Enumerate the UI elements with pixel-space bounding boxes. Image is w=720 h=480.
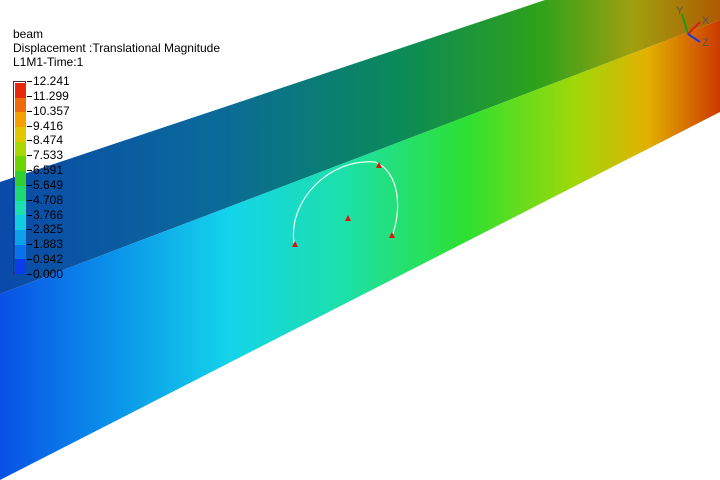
result-type: Displacement :Translational Magnitude bbox=[13, 41, 220, 55]
load-case: L1M1-Time:1 bbox=[13, 55, 84, 69]
legend-value-label: 11.299 bbox=[33, 89, 69, 103]
legend-value-label: 5.649 bbox=[33, 178, 64, 192]
legend-tick bbox=[27, 229, 32, 231]
legend-tick bbox=[27, 170, 32, 172]
legend-color-swatch bbox=[15, 229, 26, 246]
legend-tick bbox=[27, 126, 32, 128]
legend-tick bbox=[27, 81, 32, 83]
legend-tick bbox=[27, 96, 32, 98]
y-axis-line bbox=[681, 13, 689, 35]
legend-tick bbox=[27, 259, 32, 261]
legend-value: 11.299 bbox=[27, 90, 69, 102]
legend-color-swatch bbox=[15, 127, 26, 143]
legend-value-label: 8.474 bbox=[33, 133, 64, 147]
legend-color-swatch bbox=[15, 215, 26, 231]
legend-value: 12.241 bbox=[27, 75, 70, 87]
legend-value-label: 12.241 bbox=[33, 74, 70, 88]
legend-tick bbox=[27, 274, 32, 276]
legend-tick bbox=[27, 155, 32, 157]
model-name: beam bbox=[13, 27, 44, 41]
legend-color-swatch bbox=[15, 112, 26, 128]
legend-color-swatch bbox=[15, 200, 26, 216]
legend-color-swatch bbox=[15, 156, 26, 172]
x-axis-line bbox=[687, 21, 701, 35]
legend-value: 2.825 bbox=[27, 223, 63, 235]
legend-tick bbox=[27, 185, 32, 187]
legend-value-label: 0.000 bbox=[33, 267, 64, 281]
legend-color-swatch bbox=[15, 83, 26, 99]
legend-tick bbox=[27, 111, 32, 113]
legend-color-swatch bbox=[15, 259, 26, 275]
legend-color-swatch bbox=[15, 185, 26, 202]
legend-color-swatch bbox=[15, 97, 26, 113]
z-axis-label: Z bbox=[702, 37, 709, 49]
legend-value: 3.766 bbox=[27, 209, 63, 221]
coordinate-triad[interactable]: Y X Z bbox=[668, 2, 720, 50]
legend-value: 8.474 bbox=[27, 134, 63, 146]
legend-tick bbox=[27, 244, 32, 246]
legend-tick bbox=[27, 200, 32, 202]
legend-value-label: 10.357 bbox=[33, 104, 70, 118]
legend-value: 4.708 bbox=[27, 194, 63, 206]
x-axis-label: X bbox=[702, 15, 710, 27]
legend-value-label: 2.825 bbox=[33, 222, 64, 236]
legend-value-label: 7.533 bbox=[33, 148, 64, 162]
y-axis-label: Y bbox=[676, 5, 684, 17]
legend-value: 7.533 bbox=[27, 149, 63, 161]
result-header: beam Displacement :Translational Magnitu… bbox=[13, 27, 220, 69]
legend-color-bar bbox=[13, 81, 26, 275]
legend-value: 9.416 bbox=[27, 120, 63, 132]
legend-tick bbox=[27, 215, 32, 217]
legend-value-label: 9.416 bbox=[33, 119, 64, 133]
legend-value-label: 1.883 bbox=[33, 237, 64, 251]
legend-value-label: 6.591 bbox=[33, 163, 64, 177]
legend-tick bbox=[27, 140, 32, 142]
legend-value: 1.883 bbox=[27, 238, 63, 250]
legend-value-label: 4.708 bbox=[33, 193, 64, 207]
legend-value: 0.000 bbox=[27, 268, 63, 280]
z-axis-line bbox=[687, 33, 701, 43]
legend-value: 10.357 bbox=[27, 105, 70, 117]
legend-color-swatch bbox=[15, 171, 26, 187]
legend-value-label: 0.942 bbox=[33, 252, 64, 266]
legend-value: 6.591 bbox=[27, 164, 63, 176]
model-viewport[interactable] bbox=[0, 0, 720, 480]
legend-value-label: 3.766 bbox=[33, 208, 64, 222]
legend-value: 0.942 bbox=[27, 253, 63, 265]
legend-value: 5.649 bbox=[27, 179, 63, 191]
legend-color-swatch bbox=[15, 244, 26, 260]
legend-color-swatch bbox=[15, 141, 26, 157]
